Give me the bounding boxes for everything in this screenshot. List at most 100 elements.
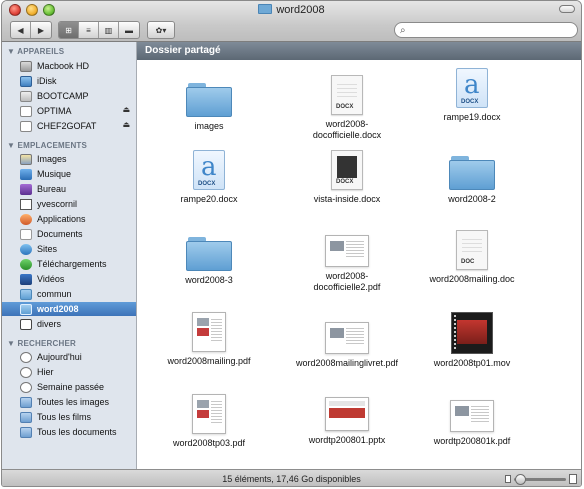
list-view-icon: ≡ (86, 25, 91, 35)
file-item[interactable]: word2008tp01.mov (412, 312, 532, 369)
sidebar-item-applications[interactable]: Applications (2, 212, 136, 226)
search-icon: ⌕ (400, 25, 406, 36)
sidebar-item-label: yvescornil (37, 199, 78, 209)
file-type-tag: DOCX (198, 181, 216, 187)
file-item[interactable]: wordtp200801k.pdf (412, 394, 532, 447)
sidebar-item-divers[interactable]: divers (2, 317, 136, 331)
file-item[interactable]: images (149, 75, 269, 132)
sidebar-item-tous-les-documents[interactable]: Tous les documents (2, 425, 136, 439)
sidebar-item-optima[interactable]: OPTIMA ⏏ (2, 104, 136, 118)
folder-icon (186, 237, 232, 271)
word-document-icon: a DOCX (456, 68, 488, 108)
sidebar-item-label: word2008 (37, 304, 79, 314)
icon-size-slider-handle[interactable] (515, 474, 526, 485)
file-item[interactable]: wordtp200801.pptx (287, 392, 407, 446)
file-name: word2008- docofficielle2.pdf (313, 271, 381, 292)
file-item[interactable]: word2008mailinglivret.pdf (287, 316, 407, 369)
window-title-area: word2008 (2, 4, 581, 16)
file-item[interactable]: a DOCX rampe20.docx (149, 150, 269, 205)
file-name: rampe20.docx (180, 194, 238, 204)
file-type-tag: DOCX (336, 104, 354, 110)
sidebar-section-search[interactable]: ▼ RECHERCHER (7, 339, 76, 348)
sidebar-item-videos[interactable]: Vidéos (2, 272, 136, 286)
hard-drive-icon (20, 60, 32, 72)
file-item[interactable]: a DOCX rampe19.docx (412, 68, 532, 123)
sidebar-item-macbook-hd[interactable]: Macbook HD (2, 59, 136, 73)
sidebar: ▼ APPAREILS Macbook HD iDisk BOOTCAMP OP… (2, 42, 137, 469)
sidebar-item-tous-les-films[interactable]: Tous les films (2, 410, 136, 424)
sidebar-item-musique[interactable]: Musique (2, 167, 136, 181)
pdf-document-icon (192, 312, 226, 352)
file-item[interactable]: DOC word2008mailing.doc (412, 230, 532, 285)
sidebar-item-idisk[interactable]: iDisk (2, 74, 136, 88)
action-menu-button[interactable]: ✿▾ (147, 21, 175, 39)
file-name: word2008mailing.pdf (167, 356, 251, 366)
navigation-buttons: ◀ ▶ (10, 21, 52, 39)
file-item[interactable]: DOCX vista-inside.docx (287, 150, 407, 205)
gear-icon: ✿▾ (155, 25, 167, 35)
sidebar-item-documents[interactable]: Documents (2, 227, 136, 241)
sidebar-item-hier[interactable]: Hier (2, 365, 136, 379)
sidebar-item-label: Macbook HD (37, 61, 90, 71)
finder-window: word2008 ◀ ▶ ⊞ ≡ ▥ ▬ ✿▾ ⌕ ▼ APPAREILS Ma… (1, 0, 582, 487)
idisk-icon (20, 75, 32, 87)
sidebar-item-yvescornil[interactable]: yvescornil (2, 197, 136, 211)
coverflow-view-button[interactable]: ▬ (119, 22, 139, 38)
movies-icon (20, 273, 32, 285)
sidebar-item-label: Sites (37, 244, 58, 254)
folder-icon (20, 318, 32, 330)
sidebar-item-sites[interactable]: Sites (2, 242, 136, 256)
images-icon (20, 153, 32, 165)
icon-view-button[interactable]: ⊞ (59, 22, 79, 38)
forward-button[interactable]: ▶ (31, 22, 51, 38)
eject-icon[interactable]: ⏏ (122, 105, 130, 114)
sidebar-item-word2008[interactable]: word2008 (2, 302, 136, 316)
sidebar-item-label: divers (37, 319, 62, 329)
sidebar-item-semaine-passee[interactable]: Semaine passée (2, 380, 136, 394)
file-type-tag: DOCX (336, 179, 354, 185)
file-item[interactable]: DOCX word2008- docofficielle.docx (287, 75, 407, 141)
downloads-icon (20, 258, 32, 270)
drive-icon (20, 90, 32, 102)
sidebar-item-label: Tous les films (37, 412, 92, 422)
sidebar-section-devices[interactable]: ▼ APPAREILS (7, 47, 64, 56)
list-view-button[interactable]: ≡ (79, 22, 99, 38)
file-item[interactable]: word2008mailing.pdf (149, 312, 269, 367)
file-item[interactable]: word2008-3 (149, 229, 269, 286)
sidebar-item-label: commun (37, 289, 72, 299)
sidebar-item-bootcamp[interactable]: BOOTCAMP (2, 89, 136, 103)
docx-document-icon: DOCX (331, 150, 363, 190)
sidebar-section-places[interactable]: ▼ EMPLACEMENTS (7, 141, 87, 150)
doc-document-icon: DOC (456, 230, 488, 270)
eject-icon[interactable]: ⏏ (122, 120, 130, 129)
home-icon (20, 198, 32, 210)
toolbar-toggle-button[interactable] (559, 5, 575, 13)
file-name: vista-inside.docx (313, 194, 381, 204)
sidebar-item-toutes-les-images[interactable]: Toutes les images (2, 395, 136, 409)
sidebar-item-telechargements[interactable]: Téléchargements (2, 257, 136, 271)
search-input[interactable] (411, 24, 571, 36)
clock-icon (20, 381, 32, 393)
status-text: 15 éléments, 17,46 Go disponibles (222, 474, 361, 484)
sidebar-item-aujourdhui[interactable]: Aujourd'hui (2, 350, 136, 364)
file-item[interactable]: word2008- docofficielle2.pdf (287, 229, 407, 293)
sidebar-item-label: iDisk (37, 76, 57, 86)
sidebar-item-chef2gofat[interactable]: CHEF2GOFAT ⏏ (2, 119, 136, 133)
sidebar-item-images[interactable]: Images (2, 152, 136, 166)
sidebar-item-bureau[interactable]: Bureau (2, 182, 136, 196)
sites-icon (20, 243, 32, 255)
search-field[interactable]: ⌕ (394, 22, 578, 38)
file-name: word2008- docofficielle.docx (312, 119, 382, 140)
column-view-button[interactable]: ▥ (99, 22, 119, 38)
file-item[interactable]: word2008tp03.pdf (149, 394, 269, 449)
file-name: word2008mailing.doc (429, 274, 515, 284)
sidebar-item-commun[interactable]: commun (2, 287, 136, 301)
file-item[interactable]: word2008-2 (412, 148, 532, 205)
smart-folder-icon (20, 411, 32, 423)
drive-icon (20, 120, 32, 132)
coverflow-view-icon: ▬ (125, 25, 133, 35)
action-button[interactable]: ✿▾ (148, 22, 174, 38)
back-button[interactable]: ◀ (11, 22, 31, 38)
docx-document-icon: DOCX (331, 75, 363, 115)
file-type-tag: DOC (461, 259, 475, 265)
